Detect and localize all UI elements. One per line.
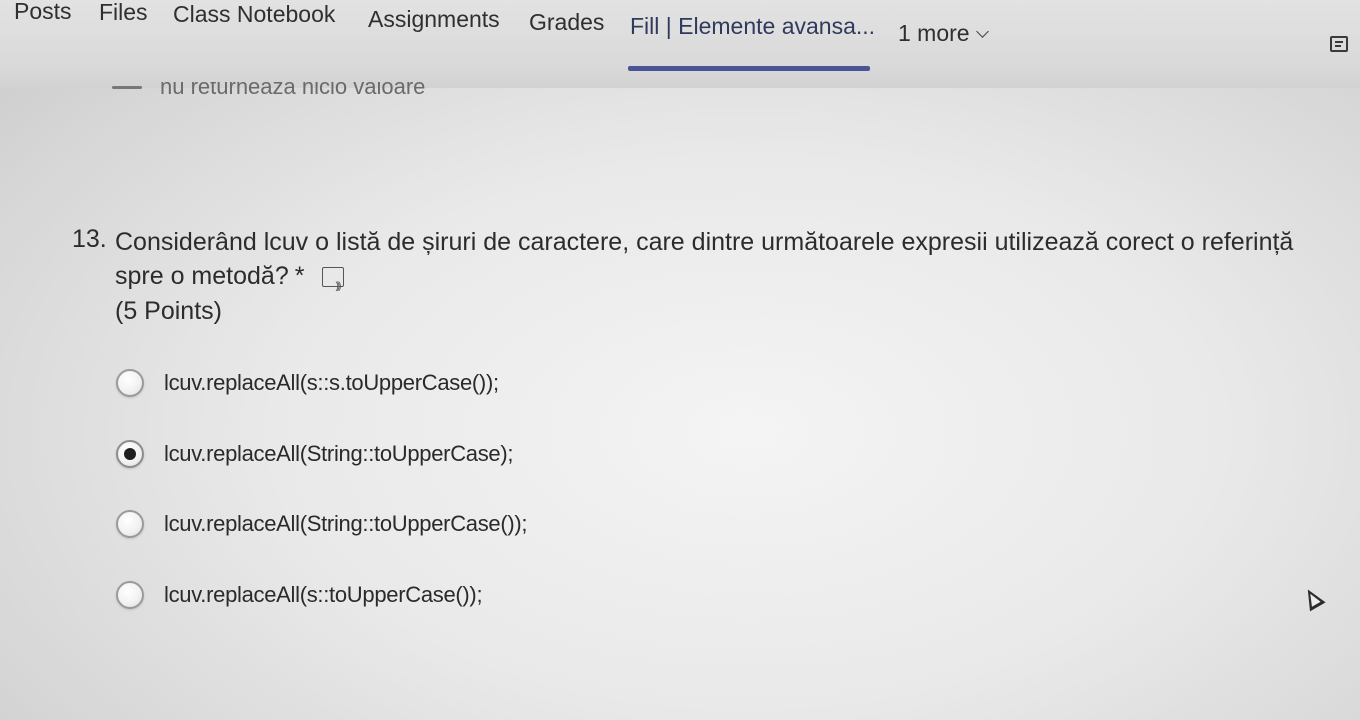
option-3-radio[interactable] [116, 510, 144, 538]
active-tab-indicator [628, 66, 870, 71]
chat-icon[interactable] [1330, 36, 1348, 52]
previous-radio-stub [112, 86, 142, 89]
tab-grades[interactable]: Grades [529, 11, 604, 34]
question-number: 13. [72, 225, 107, 253]
question-text: Considerând lcuv o listă de șiruri de ca… [115, 228, 1294, 290]
option-4-label[interactable]: lcuv.replaceAll(s::toUpperCase()); [164, 582, 483, 608]
question-text-block: Considerând lcuv o listă de șiruri de ca… [115, 225, 1315, 304]
chevron-down-icon [975, 25, 989, 38]
option-2[interactable]: lcuv.replaceAll(String::toUpperCase); [116, 437, 514, 471]
cursor-icon [1300, 585, 1326, 612]
option-2-radio[interactable] [116, 440, 144, 468]
tab-more-label: 1 more [898, 20, 970, 46]
immersive-reader-icon[interactable] [322, 267, 345, 304]
tab-assignments[interactable]: Assignments [368, 8, 500, 31]
option-2-label[interactable]: lcuv.replaceAll(String::toUpperCase); [164, 441, 514, 467]
tab-fill-elemente-avansate[interactable]: Fill | Elemente avansa... [630, 15, 875, 38]
option-3[interactable]: lcuv.replaceAll(String::toUpperCase()); [116, 507, 528, 541]
tab-posts[interactable]: Posts [14, 0, 72, 23]
option-1-label[interactable]: lcuv.replaceAll(s::s.toUpperCase()); [164, 370, 499, 396]
previous-option-fragment: nu returnează nicio valoare [112, 82, 452, 98]
option-3-label[interactable]: lcuv.replaceAll(String::toUpperCase()); [164, 511, 528, 537]
tab-bar: Posts Files Class Notebook Assignments G… [0, 0, 1360, 88]
tab-class-notebook[interactable]: Class Notebook [173, 3, 335, 26]
tab-files[interactable]: Files [99, 1, 148, 24]
tab-more[interactable]: 1 more [898, 20, 989, 46]
option-1[interactable]: lcuv.replaceAll(s::s.toUpperCase()); [116, 366, 499, 400]
required-marker: * [294, 262, 305, 290]
option-4-radio[interactable] [116, 581, 144, 609]
previous-option-text: nu returnează nicio valoare [160, 82, 426, 98]
option-1-radio[interactable] [116, 369, 144, 397]
option-4[interactable]: lcuv.replaceAll(s::toUpperCase()); [116, 578, 483, 612]
question-points: (5 Points) [115, 297, 222, 325]
